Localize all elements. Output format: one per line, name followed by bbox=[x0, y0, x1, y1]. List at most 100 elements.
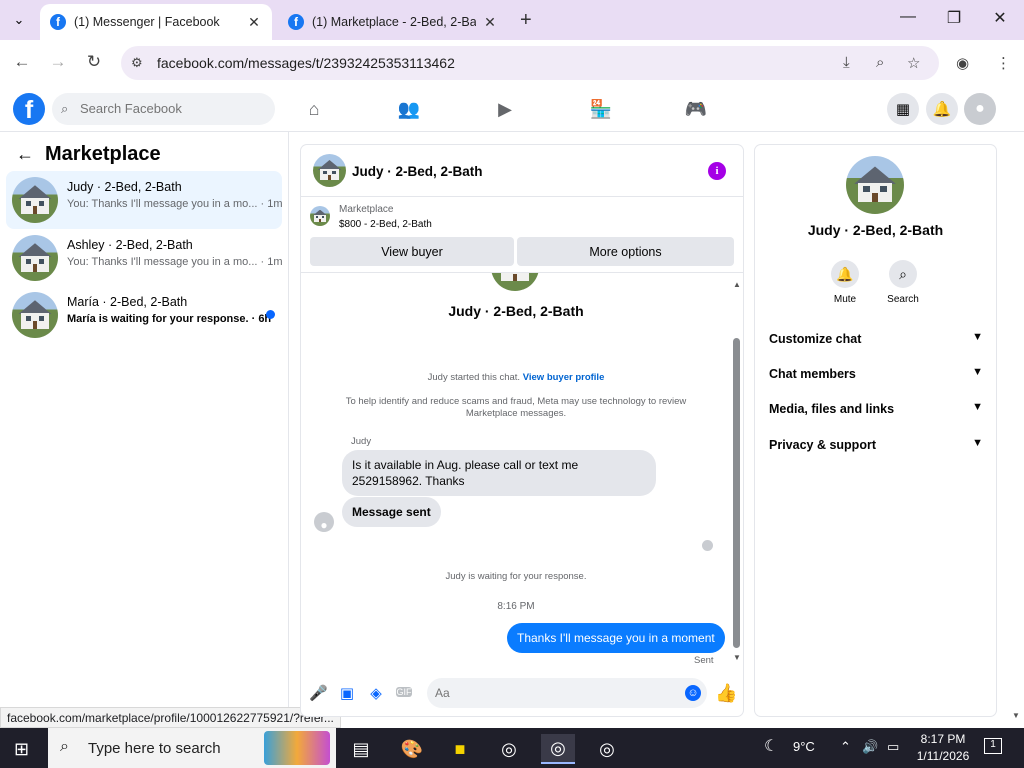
scroll-down-icon[interactable]: ▼ bbox=[731, 653, 743, 662]
chevron-down-icon: ▼ bbox=[972, 437, 983, 449]
chrome-icon[interactable]: ◎ bbox=[590, 734, 624, 764]
install-app-icon[interactable]: ⤓ bbox=[843, 54, 850, 71]
sender-avatar[interactable]: ● bbox=[314, 512, 334, 532]
weather-temperature[interactable]: 9°C bbox=[793, 739, 815, 754]
conversation-preview: You: Thanks I'll message you in a mo... … bbox=[67, 198, 283, 210]
zoom-icon[interactable]: ⌕ bbox=[876, 54, 884, 71]
marketplace-icon[interactable]: 🏪 bbox=[589, 99, 613, 120]
view-buyer-button[interactable]: View buyer bbox=[310, 237, 514, 266]
restore-icon[interactable]: ❐ bbox=[944, 8, 964, 28]
view-buyer-profile-link[interactable]: View buyer profile bbox=[523, 372, 605, 383]
details-title: Judy · 2-Bed, 2-Bath bbox=[807, 222, 944, 238]
facebook-favicon-icon: f bbox=[288, 14, 304, 30]
close-tab-icon[interactable]: ✕ bbox=[482, 14, 498, 31]
section-privacy-support[interactable]: Privacy & support ▼ bbox=[769, 437, 983, 458]
listing-price[interactable]: $800 - 2-Bed, 2-Bath bbox=[339, 219, 432, 230]
gif-icon[interactable]: GIF bbox=[396, 687, 412, 697]
taskbar-search-text: Type here to search bbox=[88, 740, 221, 757]
search-highlight-image bbox=[264, 731, 330, 765]
taskbar-search[interactable]: ⌕ Type here to search bbox=[48, 728, 336, 768]
reload-icon[interactable]: ↻ bbox=[83, 52, 105, 72]
link-status-bar: facebook.com/marketplace/profile/1000126… bbox=[0, 707, 341, 728]
thumbs-up-icon[interactable]: 👍 bbox=[715, 683, 737, 704]
gaming-icon[interactable]: 🎮 bbox=[684, 99, 708, 120]
url-text: facebook.com/messages/t/2393242535311346… bbox=[157, 55, 455, 71]
incoming-message[interactable]: Message sent bbox=[342, 497, 441, 527]
section-customize-chat[interactable]: Customize chat ▼ bbox=[769, 331, 983, 352]
windows-taskbar: ⊞ ⌕ Type here to search ▤ 🎨 ■ ◎ ◎ ◎ ☾ 9°… bbox=[0, 728, 1024, 768]
browser-menu-icon[interactable]: ⋮ bbox=[996, 54, 1011, 72]
scrollbar-thumb[interactable] bbox=[733, 338, 740, 648]
menu-grid-button[interactable]: ▦ bbox=[887, 93, 919, 125]
profile-icon[interactable]: ◉ bbox=[956, 54, 969, 72]
bookmark-star-icon[interactable]: ☆ bbox=[907, 54, 920, 72]
chat-center-title: Judy · 2-Bed, 2-Bath bbox=[448, 303, 584, 319]
clock-time: 8:17 PM bbox=[920, 732, 966, 746]
new-tab-icon[interactable]: + bbox=[520, 9, 532, 32]
chevron-down-icon: ▼ bbox=[972, 331, 983, 343]
section-label: Media, files and links bbox=[769, 402, 895, 416]
facebook-search[interactable]: ⌕ bbox=[52, 93, 275, 125]
tab-marketplace[interactable]: f (1) Marketplace - 2-Bed, 2-Bath ✕ bbox=[278, 4, 508, 40]
facebook-logo-icon[interactable]: f bbox=[13, 93, 45, 125]
incoming-message[interactable]: Is it available in Aug. please call or t… bbox=[342, 450, 656, 496]
sticker-icon[interactable]: ◈ bbox=[367, 684, 385, 702]
chevron-down-icon: ▼ bbox=[972, 366, 983, 378]
video-icon[interactable]: ▶ bbox=[493, 99, 517, 120]
chat-started-text: Judy started this chat. bbox=[427, 372, 521, 383]
chat-scrollbar[interactable]: ▲ ▼ bbox=[731, 280, 743, 665]
panel-title: Marketplace bbox=[45, 143, 161, 165]
tab-messenger[interactable]: f (1) Messenger | Facebook ✕ bbox=[40, 4, 272, 40]
search-chat-button[interactable]: ⌕ Search bbox=[878, 260, 928, 305]
tab-search-button[interactable]: ⌄ bbox=[8, 9, 30, 31]
bell-icon: 🔔 bbox=[932, 101, 952, 118]
friends-icon[interactable]: 👥 bbox=[397, 99, 421, 120]
microphone-icon[interactable]: 🎤 bbox=[309, 684, 328, 702]
conversation-item[interactable]: María · 2-Bed, 2-Bath María is waiting f… bbox=[6, 286, 282, 344]
address-bar[interactable]: ⚙ facebook.com/messages/t/23932425353113… bbox=[121, 46, 939, 80]
taskbar-clock[interactable]: 8:17 PM 1/11/2026 bbox=[910, 731, 976, 765]
chat-thumbnail[interactable] bbox=[313, 154, 346, 187]
task-view-icon[interactable]: ▤ bbox=[344, 734, 378, 764]
photo-icon[interactable]: ▣ bbox=[338, 684, 356, 702]
mute-button[interactable]: 🔔 Mute bbox=[820, 260, 870, 305]
minimize-icon[interactable]: — bbox=[898, 8, 918, 26]
waiting-notice: Judy is waiting for your response. bbox=[445, 571, 587, 582]
notifications-button[interactable]: 🔔 bbox=[926, 93, 958, 125]
account-avatar[interactable]: ● bbox=[964, 93, 996, 125]
site-settings-icon[interactable]: ⚙ bbox=[131, 55, 143, 71]
section-media-files-links[interactable]: Media, files and links ▼ bbox=[769, 401, 983, 422]
conversation-preview: You: Thanks I'll message you in a mo... … bbox=[67, 256, 283, 268]
info-icon[interactable]: i bbox=[708, 162, 726, 180]
sticky-notes-icon[interactable]: ■ bbox=[443, 734, 477, 764]
outgoing-message[interactable]: Thanks I'll message you in a moment bbox=[507, 623, 725, 653]
search-label: Search bbox=[887, 294, 919, 305]
notification-center-icon[interactable]: 1 bbox=[984, 738, 1002, 754]
chrome-icon[interactable]: ◎ bbox=[492, 734, 526, 764]
conversation-item[interactable]: Ashley · 2-Bed, 2-Bath You: Thanks I'll … bbox=[6, 229, 282, 287]
back-icon[interactable]: ← bbox=[11, 52, 33, 72]
emoji-icon[interactable]: ☺ bbox=[685, 685, 701, 701]
weather-icon[interactable]: ☾ bbox=[764, 736, 778, 756]
chat-title[interactable]: Judy · 2-Bed, 2-Bath bbox=[352, 164, 483, 179]
forward-icon[interactable]: → bbox=[47, 52, 69, 72]
conversation-item[interactable]: Judy · 2-Bed, 2-Bath You: Thanks I'll me… bbox=[6, 171, 282, 229]
conversation-name: Ashley · 2-Bed, 2-Bath bbox=[67, 238, 193, 252]
paint-app-icon[interactable]: 🎨 bbox=[395, 734, 429, 764]
more-options-button[interactable]: More options bbox=[517, 237, 734, 266]
message-list: Judy · 2-Bed, 2-Bath Judy started this c… bbox=[301, 273, 731, 665]
chrome-profile-icon[interactable]: ◎ bbox=[541, 734, 575, 764]
network-icon[interactable]: ▭ bbox=[887, 739, 899, 755]
windows-start-icon[interactable]: ⊞ bbox=[14, 739, 29, 760]
scroll-up-icon[interactable]: ▲ bbox=[731, 280, 743, 289]
back-arrow-icon[interactable]: ← bbox=[16, 144, 34, 165]
speaker-icon[interactable]: 🔊 bbox=[862, 739, 878, 755]
facebook-search-input[interactable] bbox=[80, 101, 260, 116]
close-tab-icon[interactable]: ✕ bbox=[246, 14, 262, 31]
close-window-icon[interactable]: ✕ bbox=[990, 8, 1010, 28]
page-scroll-down-icon[interactable]: ▼ bbox=[1012, 711, 1020, 720]
home-icon[interactable]: ⌂ bbox=[302, 99, 326, 120]
section-chat-members[interactable]: Chat members ▼ bbox=[769, 366, 983, 387]
message-input[interactable] bbox=[427, 678, 707, 708]
tray-chevron-up-icon[interactable]: ⌃ bbox=[840, 739, 851, 755]
